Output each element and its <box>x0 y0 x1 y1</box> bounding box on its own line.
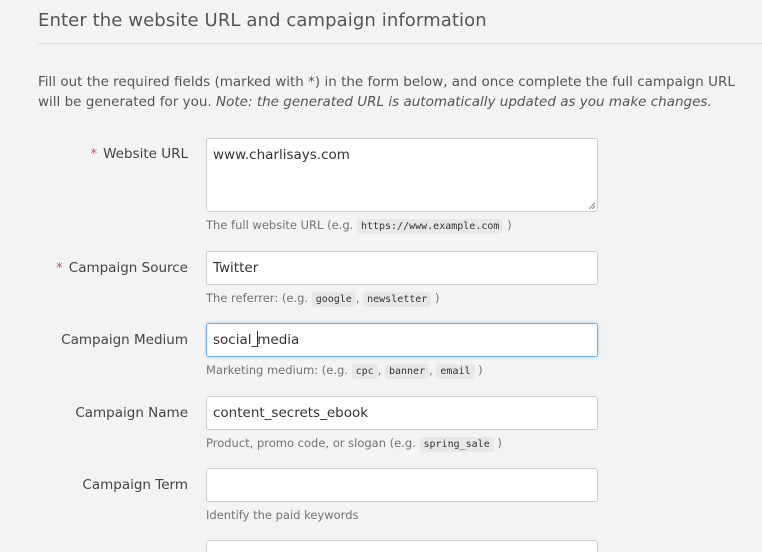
campaign-source-help: The referrer: (e.g. google, newsletter ) <box>206 291 440 307</box>
campaign-source-label-text: Campaign Source <box>68 260 188 276</box>
help-text: Product, promo code, or slogan (e.g. <box>206 436 416 450</box>
required-mark: * <box>90 146 98 162</box>
campaign-source-value: Twitter <box>213 260 259 276</box>
campaign-medium-input[interactable]: social_media <box>206 323 598 357</box>
help-suffix: ) <box>478 363 483 377</box>
example-code: https://www.example.com <box>356 219 504 234</box>
example-code: email <box>436 364 475 379</box>
help-text: Marketing medium: (e.g. <box>206 363 348 377</box>
help-suffix: ) <box>435 291 440 305</box>
example-code: newsletter <box>363 292 432 307</box>
help-text: The full website URL (e.g. <box>206 218 354 232</box>
example-code: google <box>311 292 356 307</box>
campaign-name-label: Campaign Name <box>0 403 188 423</box>
campaign-name-label-text: Campaign Name <box>75 405 188 421</box>
campaign-term-input[interactable] <box>206 468 598 502</box>
example-code: cpc <box>351 364 378 379</box>
campaign-name-input[interactable]: content_secrets_ebook <box>206 396 598 430</box>
campaign-medium-label: Campaign Medium <box>0 330 188 350</box>
campaign-name-help: Product, promo code, or slogan (e.g. spr… <box>206 434 502 454</box>
intro-note: Note: the generated URL is automatically… <box>216 94 712 110</box>
title-divider <box>38 43 762 44</box>
campaign-medium-value-end: media <box>257 332 300 348</box>
example-code: spring_sale <box>419 437 494 452</box>
website-url-help: The full website URL (e.g. https://www.e… <box>206 216 512 236</box>
campaign-medium-help: Marketing medium: (e.g. cpc, banner, ema… <box>206 363 483 379</box>
campaign-medium-label-text: Campaign Medium <box>61 332 188 348</box>
help-suffix: ) <box>507 218 512 232</box>
campaign-source-input[interactable]: Twitter <box>206 251 598 285</box>
help-suffix: ) <box>497 436 502 450</box>
website-url-input[interactable]: www.charlisays.com <box>206 138 598 212</box>
example-code: banner <box>384 364 430 379</box>
section-title: Enter the website URL and campaign infor… <box>38 10 487 31</box>
website-url-label: * Website URL <box>0 144 188 164</box>
required-mark: * <box>56 260 63 276</box>
campaign-term-label-text: Campaign Term <box>82 477 188 493</box>
utm-builder-page: Enter the website URL and campaign infor… <box>0 0 762 552</box>
campaign-medium-value-start: social_ <box>213 332 259 348</box>
campaign-source-label: * Campaign Source <box>0 258 188 278</box>
intro-text: Fill out the required fields (marked wit… <box>38 72 760 112</box>
campaign-name-value: content_secrets_ebook <box>213 405 369 421</box>
campaign-term-help: Identify the paid keywords <box>206 508 359 522</box>
website-url-label-text: Website URL <box>103 146 188 162</box>
website-url-value: www.charlisays.com <box>213 147 350 163</box>
help-text: The referrer: (e.g. <box>206 291 309 305</box>
resize-grip-icon[interactable] <box>588 202 595 209</box>
campaign-term-label: Campaign Term <box>0 475 188 495</box>
campaign-content-input[interactable] <box>206 540 598 552</box>
